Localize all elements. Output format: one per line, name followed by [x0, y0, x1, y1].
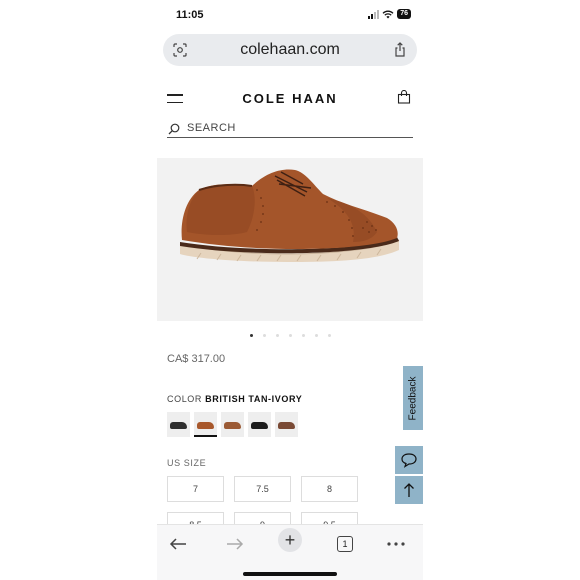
url-text[interactable]: colehaan.com	[163, 41, 417, 59]
color-swatch-dark-black[interactable]	[248, 412, 271, 437]
color-swatch-chestnut[interactable]	[275, 412, 298, 437]
shoe-image	[179, 169, 400, 262]
back-button[interactable]	[166, 534, 190, 554]
url-bar[interactable]: colehaan.com	[163, 34, 417, 66]
color-swatch-black[interactable]	[167, 412, 190, 437]
carousel-dot[interactable]	[275, 334, 279, 337]
signal-icon	[368, 9, 380, 19]
product-price: CA$ 317.00	[167, 353, 226, 365]
search-input[interactable]: SEARCH	[167, 120, 413, 138]
image-carousel-dots[interactable]	[157, 334, 423, 337]
search-icon	[168, 123, 180, 135]
search-placeholder: SEARCH	[187, 122, 236, 134]
carousel-dot[interactable]	[262, 334, 266, 337]
feedback-tab[interactable]: Feedback	[403, 366, 423, 430]
status-bar: 11:05 76	[157, 0, 423, 30]
browser-toolbar: + 1	[157, 524, 423, 580]
size-label: US SIZE	[167, 458, 207, 468]
chat-icon	[401, 453, 417, 468]
product-image[interactable]	[157, 158, 423, 321]
carousel-dot[interactable]	[314, 334, 318, 337]
more-button[interactable]	[384, 534, 408, 554]
battery-indicator: 76	[397, 9, 411, 19]
site-header: COLE HAAN SEARCH	[157, 78, 423, 148]
color-label-row: COLOR BRITISH TAN-IVORY	[167, 394, 302, 404]
status-icons: 76	[368, 9, 411, 19]
tabs-button[interactable]: 1	[333, 534, 357, 554]
carousel-dot[interactable]	[327, 334, 331, 337]
size-button-7[interactable]: 7	[167, 476, 224, 502]
color-swatch-brown[interactable]	[221, 412, 244, 437]
bag-icon[interactable]	[397, 90, 411, 104]
arrow-up-icon	[404, 483, 414, 497]
more-icon	[387, 542, 405, 546]
status-time: 11:05	[176, 9, 204, 21]
back-arrow-icon	[169, 538, 186, 550]
color-label: COLOR	[167, 394, 203, 404]
feedback-label: Feedback	[407, 376, 419, 420]
forward-arrow-icon	[227, 538, 244, 550]
phone-screen: 11:05 76 colehaan.com COLE HAAN SEARCH C…	[157, 0, 423, 580]
home-indicator[interactable]	[243, 572, 337, 576]
size-button-7-5[interactable]: 7.5	[234, 476, 291, 502]
tab-count: 1	[337, 536, 353, 552]
color-swatches	[167, 412, 298, 437]
forward-button[interactable]	[223, 534, 247, 554]
color-swatch-british-tan[interactable]	[194, 412, 217, 437]
site-logo[interactable]: COLE HAAN	[157, 91, 423, 106]
chat-button[interactable]	[395, 446, 423, 474]
carousel-dot[interactable]	[249, 334, 253, 337]
new-tab-button[interactable]: +	[278, 528, 302, 552]
size-button-8[interactable]: 8	[301, 476, 358, 502]
carousel-dot[interactable]	[301, 334, 305, 337]
plus-icon: +	[278, 528, 302, 552]
share-icon[interactable]	[393, 42, 407, 57]
carousel-dot[interactable]	[288, 334, 292, 337]
back-to-top-button[interactable]	[395, 476, 423, 504]
wifi-icon	[382, 10, 394, 18]
color-value: BRITISH TAN-IVORY	[205, 394, 303, 404]
